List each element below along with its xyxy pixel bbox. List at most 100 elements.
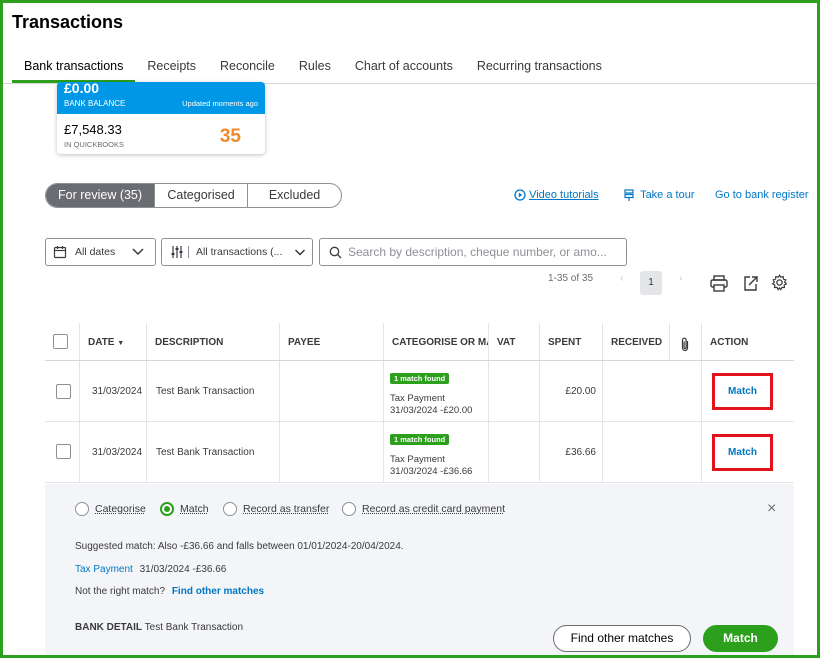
video-tutorials-link[interactable]: Video tutorials xyxy=(514,189,599,201)
row-select-cell xyxy=(45,422,79,482)
find-other-matches-link[interactable]: Find other matches xyxy=(172,586,264,597)
chevron-down-icon xyxy=(294,248,306,256)
search-input[interactable] xyxy=(348,245,618,259)
tax-payment-detail: 31/03/2024 -£36.66 xyxy=(139,564,227,575)
row-attachment xyxy=(669,361,701,421)
row-received xyxy=(602,422,669,482)
row-vat xyxy=(488,422,539,482)
radio-credit-card-label: Record as credit card payment xyxy=(362,503,505,515)
match-found-badge: 1 match found xyxy=(390,373,450,384)
row-categorise[interactable]: 1 match found Tax Payment 31/03/2024 -£3… xyxy=(383,422,488,482)
bank-detail-label: BANK DETAIL xyxy=(75,622,143,633)
export-icon[interactable] xyxy=(743,275,759,292)
tax-payment-link[interactable]: Tax Payment xyxy=(75,564,133,575)
find-other-matches-button[interactable]: Find other matches xyxy=(553,625,691,652)
tab-bank-transactions[interactable]: Bank transactions xyxy=(12,53,136,83)
row-select-cell xyxy=(45,361,79,421)
bank-balance-amount: £0.00 xyxy=(64,82,100,96)
radio-transfer-label: Record as transfer xyxy=(243,503,330,515)
select-all-checkbox[interactable] xyxy=(53,334,68,349)
qb-balance-label: IN QUICKBOOKS xyxy=(64,140,125,149)
header-spent: SPENT xyxy=(539,323,602,360)
radio-record-transfer[interactable]: Record as transfer xyxy=(223,502,329,516)
radio-categorise-label: Categorise xyxy=(95,503,146,515)
take-tour-label: Take a tour xyxy=(640,189,695,202)
search-icon xyxy=(329,246,342,258)
match-name: Tax Payment xyxy=(390,393,445,404)
bank-detail-value: Test Bank Transaction xyxy=(144,622,244,633)
header-select-cell xyxy=(45,323,79,360)
qb-balance-amount: £7,548.33 xyxy=(64,122,122,137)
header-description: DESCRIPTION xyxy=(146,323,279,360)
row-spent: £36.66 xyxy=(539,422,602,482)
tab-receipts[interactable]: Receipts xyxy=(135,53,208,83)
next-page-icon[interactable]: › xyxy=(679,273,682,284)
match-action-button[interactable]: Match xyxy=(712,373,773,410)
radio-match-dot xyxy=(160,502,174,516)
radio-match[interactable]: Match xyxy=(160,502,209,516)
bank-account-card[interactable]: £0.00 BANK BALANCE Updated moments ago £… xyxy=(57,82,265,154)
tab-chart-of-accounts[interactable]: Chart of accounts xyxy=(343,53,465,83)
table-header-row: DATE ▼ DESCRIPTION PAYEE CATEGORISE OR M… xyxy=(45,323,794,361)
row-description: Test Bank Transaction xyxy=(146,422,279,482)
page: Transactions Bank transactions Receipts … xyxy=(3,3,817,655)
sort-down-icon: ▼ xyxy=(117,340,125,347)
bank-detail-line: BANK DETAIL Test Bank Transaction xyxy=(75,622,243,633)
match-name: Tax Payment xyxy=(390,454,445,465)
close-icon[interactable]: × xyxy=(767,500,776,518)
tab-bar: Bank transactions Receipts Reconcile Rul… xyxy=(12,53,614,83)
match-found-badge: 1 match found xyxy=(390,434,450,445)
prev-page-icon[interactable]: ‹ xyxy=(620,273,623,284)
transaction-filter-dropdown[interactable]: All transactions (... xyxy=(161,238,313,266)
date-filter-dropdown[interactable]: All dates xyxy=(45,238,156,266)
row-vat xyxy=(488,361,539,421)
match-action-button[interactable]: Match xyxy=(712,434,773,471)
print-icon[interactable] xyxy=(710,275,728,292)
radio-categorise-dot xyxy=(75,502,89,516)
row-action-cell: Match xyxy=(701,422,794,482)
tab-rules[interactable]: Rules xyxy=(287,53,343,83)
row-categorise[interactable]: 1 match found Tax Payment 31/03/2024 -£2… xyxy=(383,361,488,421)
row-attachment xyxy=(669,422,701,482)
tour-icon xyxy=(624,189,634,201)
take-tour-link[interactable]: Take a tour xyxy=(623,189,694,202)
radio-match-label: Match xyxy=(180,503,209,515)
transaction-filter-value: All transactions (... xyxy=(188,246,294,258)
bank-balance-label: BANK BALANCE xyxy=(64,99,126,108)
pagination-range: 1-35 of 35 xyxy=(548,273,594,284)
segment-categorised[interactable]: Categorised xyxy=(154,184,247,207)
play-circle-icon xyxy=(514,189,526,201)
header-received: RECEIVED xyxy=(602,323,669,360)
match-detail: 31/03/2024 -£20.00 xyxy=(390,405,473,416)
radio-credit-card-payment[interactable]: Record as credit card payment xyxy=(342,502,505,516)
date-filter-value: All dates xyxy=(75,246,116,258)
card-bank-section: £0.00 BANK BALANCE Updated moments ago xyxy=(57,82,265,114)
calendar-icon xyxy=(53,246,67,259)
not-right-match-text: Not the right match? xyxy=(75,586,166,597)
radio-credit-card-dot xyxy=(342,502,356,516)
video-tutorials-label: Video tutorials xyxy=(529,189,599,201)
row-date: 31/03/2024 xyxy=(79,422,146,482)
segment-excluded[interactable]: Excluded xyxy=(247,184,341,207)
row-checkbox[interactable] xyxy=(56,384,71,399)
tab-reconcile[interactable]: Reconcile xyxy=(208,53,287,83)
table-row[interactable]: 31/03/2024 Test Bank Transaction 1 match… xyxy=(45,422,794,483)
page-number-button[interactable]: 1 xyxy=(640,271,662,295)
header-date[interactable]: DATE ▼ xyxy=(79,323,146,360)
tab-recurring-transactions[interactable]: Recurring transactions xyxy=(465,53,614,83)
header-categorise: CATEGORISE OR MATCH xyxy=(383,323,488,360)
radio-categorise[interactable]: Categorise xyxy=(75,502,146,516)
gear-icon[interactable] xyxy=(771,274,788,291)
suggested-match-line: Tax Payment 31/03/2024 -£36.66 xyxy=(75,564,226,575)
row-payee[interactable] xyxy=(279,422,383,482)
segment-for-review[interactable]: For review (35) xyxy=(46,184,155,207)
table-row[interactable]: 31/03/2024 Test Bank Transaction 1 match… xyxy=(45,361,794,422)
row-checkbox[interactable] xyxy=(56,444,71,459)
search-box[interactable] xyxy=(319,238,627,266)
not-right-match-line: Not the right match? Find other matches xyxy=(75,586,264,597)
go-to-bank-register-link[interactable]: Go to bank register xyxy=(715,189,809,201)
row-payee[interactable] xyxy=(279,361,383,421)
header-date-label: DATE xyxy=(88,337,115,348)
match-button[interactable]: Match xyxy=(703,625,778,652)
header-payee: PAYEE xyxy=(279,323,383,360)
